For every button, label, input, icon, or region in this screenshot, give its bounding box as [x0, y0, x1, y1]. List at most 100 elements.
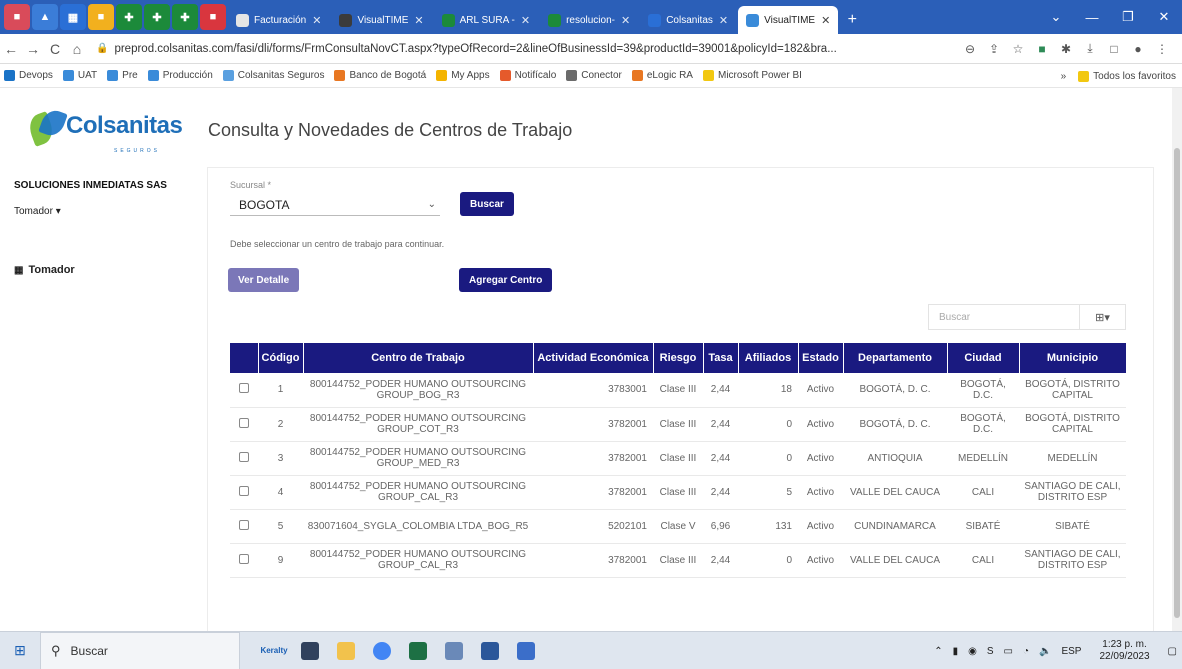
minimize-button[interactable]: —: [1074, 0, 1110, 34]
tray-app-icon[interactable]: S: [987, 646, 994, 657]
table-row[interactable]: 4 800144752_PODER HUMANO OUTSOURCING GROU…: [230, 475, 1126, 510]
row-checkbox[interactable]: [239, 451, 249, 462]
bookmark-star-icon[interactable]: ☆: [1006, 42, 1030, 56]
column-header[interactable]: Departamento: [843, 343, 948, 373]
network-icon[interactable]: ▭: [1004, 646, 1013, 657]
column-header[interactable]: Ciudad: [947, 343, 1020, 373]
column-toggle-button[interactable]: ⊞▾: [1080, 304, 1126, 330]
wifi-icon[interactable]: ◔: [1023, 646, 1029, 657]
pinned-tab-icon[interactable]: ✚: [116, 4, 142, 30]
row-checkbox[interactable]: [239, 485, 249, 496]
tray-overflow-icon[interactable]: ⌃: [934, 646, 942, 657]
url-field[interactable]: 🔒 preprod.colsanitas.com/fasi/dli/forms/…: [96, 38, 950, 60]
column-header[interactable]: Riesgo: [653, 343, 704, 373]
bookmark-item[interactable]: Pre: [107, 70, 138, 81]
download-icon[interactable]: ⤓: [1078, 41, 1102, 56]
role-dropdown[interactable]: Tomador ▾: [14, 206, 61, 217]
taskbar-search[interactable]: ⚲ Buscar: [40, 631, 240, 669]
browser-tab[interactable]: VisualTIME ✕: [331, 6, 431, 34]
bookmark-item[interactable]: UAT: [62, 70, 97, 81]
browser-tab[interactable]: VisualTIME ✕: [738, 6, 839, 34]
table-row[interactable]: 3 800144752_PODER HUMANO OUTSOURCING GROU…: [230, 441, 1126, 476]
bookmark-item[interactable]: Banco de Bogotá: [334, 70, 426, 81]
forward-icon[interactable]: →: [22, 41, 44, 57]
table-search-input[interactable]: Buscar: [928, 304, 1080, 330]
pinned-tab-icon[interactable]: ■: [4, 4, 30, 30]
chrome-icon[interactable]: [364, 635, 400, 667]
app-icon[interactable]: [436, 635, 472, 667]
close-tab-icon[interactable]: ✕: [521, 14, 530, 27]
close-tab-icon[interactable]: ✕: [821, 14, 830, 27]
close-tab-icon[interactable]: ✕: [414, 14, 423, 27]
browser-tab[interactable]: Facturación ✕: [228, 6, 329, 34]
windows-start-icon[interactable]: ⊞: [0, 632, 40, 669]
word-icon[interactable]: [472, 635, 508, 667]
row-checkbox[interactable]: [239, 519, 249, 530]
share-icon[interactable]: ⇪: [982, 42, 1006, 56]
row-checkbox[interactable]: [239, 383, 249, 394]
sidebar-item-tomador[interactable]: ▦ Tomador: [14, 264, 75, 276]
volume-icon[interactable]: 🔈: [1039, 646, 1051, 657]
notifications-icon[interactable]: ▢: [1168, 646, 1177, 657]
colsanitas-logo[interactable]: Colsanitas SEGUROS: [25, 106, 183, 154]
home-icon[interactable]: ⌂: [66, 41, 88, 57]
column-header[interactable]: Actividad Económica: [533, 343, 654, 373]
bookmark-item[interactable]: Colsanitas Seguros: [222, 70, 324, 81]
tray-app-icon[interactable]: ◉: [968, 646, 977, 657]
row-checkbox[interactable]: [239, 417, 249, 428]
bookmark-item[interactable]: Notifícalo: [499, 70, 556, 81]
new-tab-button[interactable]: +: [840, 6, 864, 34]
browser-menu-icon[interactable]: ⋮: [1150, 42, 1174, 56]
bookmark-item[interactable]: Conector: [566, 70, 622, 81]
bookmark-item[interactable]: eLogic RA: [631, 70, 693, 81]
extensions-puzzle-icon[interactable]: ✱: [1054, 42, 1078, 56]
agregar-centro-button[interactable]: Agregar Centro: [459, 268, 553, 292]
bookmark-item[interactable]: Producción: [147, 70, 213, 81]
tab-search-icon[interactable]: ⌄: [1038, 0, 1074, 34]
bookmark-item[interactable]: Devops: [4, 70, 53, 81]
browser-tab[interactable]: resolucion- ✕: [540, 6, 638, 34]
reload-icon[interactable]: C: [44, 41, 66, 57]
table-row[interactable]: 1 800144752_PODER HUMANO OUTSOURCING GROU…: [230, 373, 1126, 408]
zoom-icon[interactable]: ⊖: [958, 42, 982, 56]
pinned-tab-icon[interactable]: ✚: [144, 4, 170, 30]
pinned-tab-icon[interactable]: ▲: [32, 4, 58, 30]
extension-icon[interactable]: ■: [1030, 42, 1054, 56]
task-view-icon[interactable]: [292, 635, 328, 667]
column-header[interactable]: Tasa: [703, 343, 739, 373]
pinned-tab-icon[interactable]: ✚: [172, 4, 198, 30]
clock[interactable]: 1:23 p. m. 22/09/2023: [1094, 639, 1154, 663]
back-icon[interactable]: ←: [0, 41, 22, 57]
all-favorites-folder[interactable]: Todos los favoritos: [1078, 70, 1176, 82]
restore-button[interactable]: ❐: [1110, 0, 1146, 34]
page-scrollbar[interactable]: [1172, 88, 1182, 631]
lock-icon[interactable]: 🔒: [96, 43, 108, 54]
column-header[interactable]: Afiliados: [738, 343, 799, 373]
profile-avatar-icon[interactable]: ●: [1126, 42, 1150, 56]
file-explorer-icon[interactable]: [328, 635, 364, 667]
language-indicator[interactable]: ESP: [1061, 646, 1081, 657]
table-row[interactable]: 2 800144752_PODER HUMANO OUTSOURCING GROU…: [230, 407, 1126, 442]
bookmark-item[interactable]: My Apps: [436, 70, 490, 81]
close-tab-icon[interactable]: ✕: [621, 14, 630, 27]
close-tab-icon[interactable]: ✕: [719, 14, 728, 27]
bookmarks-overflow-button[interactable]: »: [1061, 71, 1067, 82]
buscar-button[interactable]: Buscar: [460, 192, 514, 216]
row-checkbox[interactable]: [239, 553, 249, 564]
table-row[interactable]: 9 800144752_PODER HUMANO OUTSOURCING GROU…: [230, 543, 1126, 578]
column-header[interactable]: [230, 343, 259, 373]
close-tab-icon[interactable]: ✕: [312, 14, 321, 27]
keralty-app[interactable]: Keralty: [256, 635, 292, 667]
browser-tab[interactable]: ARL SURA - ✕: [434, 6, 538, 34]
pinned-tab-icon[interactable]: ■: [200, 4, 226, 30]
sucursal-select[interactable]: BOGOTA ⌄: [230, 194, 440, 216]
excel-icon[interactable]: [400, 635, 436, 667]
column-header[interactable]: Estado: [798, 343, 844, 373]
pinned-tab-icon[interactable]: ■: [88, 4, 114, 30]
close-window-button[interactable]: ✕: [1146, 0, 1182, 34]
bookmark-item[interactable]: Microsoft Power BI: [702, 70, 802, 81]
pinned-tab-icon[interactable]: ▦: [60, 4, 86, 30]
column-header[interactable]: Código: [258, 343, 304, 373]
column-header[interactable]: Municipio: [1019, 343, 1127, 373]
browser-tab[interactable]: Colsanitas ✕: [640, 6, 736, 34]
